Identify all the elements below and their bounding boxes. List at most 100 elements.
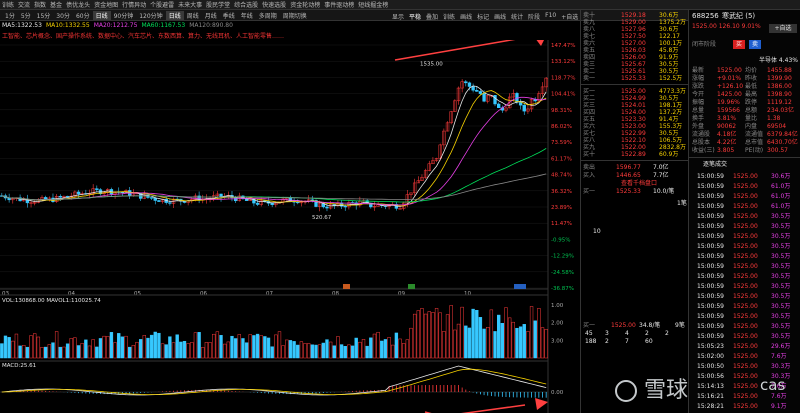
chart-tool-button[interactable]: 平稳	[409, 12, 421, 22]
buy-button[interactable]: 买	[733, 40, 745, 49]
chart-tool-button[interactable]: 显示	[392, 12, 404, 22]
trend-annotation-line	[394, 40, 516, 61]
quote-stat-row-cell: PE(动)	[745, 147, 764, 154]
period-tab[interactable]: 15分	[34, 11, 54, 20]
period-tab[interactable]: 月线	[202, 11, 220, 20]
candle-body	[522, 104, 526, 112]
topbar-item[interactable]: 资金地图	[94, 0, 118, 9]
volume-bar	[526, 331, 530, 359]
candle-body	[296, 201, 300, 204]
chart-tool-button[interactable]: 统计	[511, 12, 523, 22]
period-tab[interactable]: 周线	[184, 11, 202, 20]
period-tab[interactable]: 日线	[165, 10, 184, 20]
topbar-item[interactable]: 资金轮动榜	[290, 0, 320, 9]
chart-tool-button[interactable]: F10	[545, 12, 556, 22]
volume-bar	[489, 309, 494, 359]
chart-tool-button[interactable]: 训练	[443, 12, 455, 22]
quote-stat-row-cell: 1398.90	[767, 91, 792, 98]
ask-row: 卖七 1527.50 122.17	[581, 33, 688, 40]
volume-bar	[11, 340, 15, 359]
volume-bar	[204, 342, 209, 359]
top-toolbar: 训练 交流 指数 基金 债优龙头 资金地图 行情异动 个股避雷 未来大事 股民学堂 综合选股 快速选股…	[0, 0, 800, 10]
period-tab[interactable]: 多周期	[256, 11, 280, 20]
deal-row-cell: 15:28:21	[697, 403, 724, 410]
volume-bar	[219, 335, 223, 359]
deal-row: 15:16:21 1525.00 7.6万	[689, 393, 800, 400]
chart-tool-button[interactable]: 标记	[477, 12, 489, 22]
period-tab[interactable]: 日线	[92, 10, 111, 20]
deal-row-cell: 1525.00	[733, 403, 758, 410]
chart-tool-button[interactable]: 画线	[460, 12, 472, 22]
volume-bar	[445, 314, 450, 359]
volume-bar	[460, 306, 464, 359]
quote-stat-row-cell: 换手	[692, 115, 705, 122]
chart-tool-button[interactable]: 阶段	[528, 12, 540, 22]
order-count: 10	[593, 228, 601, 235]
sell-button[interactable]: 卖	[749, 40, 761, 49]
chart-tool-button[interactable]: 画线	[494, 12, 506, 22]
candle-body	[471, 86, 475, 91]
period-tab[interactable]: 120分钟	[136, 11, 165, 20]
topbar-item[interactable]: 综合选股	[234, 0, 258, 9]
period-tab[interactable]: 30分	[53, 11, 73, 20]
chart-tool-button[interactable]: +自选	[561, 12, 578, 22]
chart-tool-button[interactable]: 叠加	[426, 12, 438, 22]
topbar-item[interactable]: 事件驱动榜	[324, 0, 354, 9]
volume-bar	[18, 345, 22, 359]
candlestick-chart[interactable]: 147.47% 133.12% 118.77% 104.41% 98.31% 86.02%…	[0, 40, 580, 413]
volume-bar	[456, 323, 461, 359]
macd-arrow-icon	[535, 398, 548, 410]
bid-row-cell: 1522.99	[621, 130, 646, 137]
topbar-item[interactable]: 行情异动	[122, 0, 146, 9]
order-depth-link[interactable]: 查看千档盘口	[621, 180, 688, 187]
volume-bar	[493, 331, 497, 359]
ma-legend-item: MA60:1167.53	[141, 22, 186, 29]
volume-bar	[307, 343, 311, 359]
ask-row-cell: 卖十	[583, 12, 596, 19]
topbar-item[interactable]: 快速选股	[262, 0, 286, 9]
period-tab[interactable]: 周期切换	[280, 11, 310, 20]
volume-bar	[332, 345, 336, 359]
candle-body	[153, 198, 157, 201]
mini-book-row-cell: 7	[625, 338, 629, 345]
ma-line	[1, 96, 547, 206]
ask-row-cell: 100.1万	[659, 40, 683, 47]
watermark-tail: cas	[760, 376, 786, 394]
ask-row: 卖五 1526.03 45.8万	[581, 47, 688, 54]
topbar-item[interactable]: 未来大事	[178, 0, 202, 9]
quote-stat-row-cell: +126.10	[717, 83, 744, 90]
volume-bar	[270, 346, 274, 359]
bid-row: 买一 1525.00 4773.3万	[581, 88, 688, 95]
volume-bar	[478, 317, 483, 359]
volume-bar	[230, 335, 234, 359]
add-watchlist-button[interactable]: +自选	[769, 24, 797, 33]
volume-bar	[394, 332, 399, 359]
bid-row-cell: 198.1万	[659, 102, 683, 109]
candle-body	[149, 197, 154, 199]
period-tab[interactable]: 1分	[2, 11, 18, 20]
volume-bar	[186, 343, 190, 359]
quote-stat-row-cell: 1455.88	[767, 67, 792, 74]
deal-row-cell: 1525.00	[733, 263, 758, 270]
period-tab[interactable]: 年线	[238, 11, 256, 20]
order-row: 买入 1446.65 7.7亿	[581, 172, 688, 179]
topbar-item[interactable]: 基金	[50, 0, 62, 9]
topbar-item[interactable]: 股民学堂	[206, 0, 230, 9]
candle-body	[493, 95, 497, 105]
topbar-item[interactable]: 交流	[18, 0, 30, 9]
deal-row: 15:00:59 1525.00 30.6万	[689, 173, 800, 180]
volume-bar	[47, 344, 51, 359]
mini-book-head: 买一 1525.00 34.8/笔 9笔	[581, 322, 688, 329]
topbar-item[interactable]: 短线掘金榜	[358, 0, 388, 9]
candle-body	[76, 191, 81, 195]
topbar-item[interactable]: 训练	[2, 0, 14, 9]
volume-bar	[171, 342, 176, 359]
period-tab[interactable]: 90分钟	[111, 11, 137, 20]
deal-row: 15:00:59 1525.00 61.0万	[689, 183, 800, 190]
period-tab[interactable]: 5分	[18, 11, 34, 20]
topbar-item[interactable]: 个股避雷	[150, 0, 174, 9]
period-tab[interactable]: 季线	[220, 11, 238, 20]
topbar-item[interactable]: 债优龙头	[66, 0, 90, 9]
topbar-item[interactable]: 指数	[34, 0, 46, 9]
period-tab[interactable]: 60分	[73, 11, 93, 20]
